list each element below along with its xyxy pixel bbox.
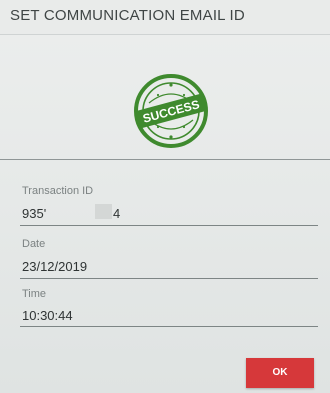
success-dialog: SET COMMUNICATION EMAIL ID SUCCESS Trans… — [0, 0, 330, 393]
transaction-id-value-suffix: 4 — [113, 206, 121, 221]
time-label: Time — [22, 288, 47, 300]
transaction-id-underline — [20, 225, 318, 226]
date-value: 23/12/2019 — [22, 259, 88, 274]
redaction-mask — [95, 204, 112, 219]
stamp-area: SUCCESS — [0, 35, 330, 160]
ok-button[interactable]: OK — [246, 358, 314, 388]
transaction-id-label: Transaction ID — [22, 185, 94, 197]
time-value: 10:30:44 — [22, 308, 73, 323]
dialog-title-bar: SET COMMUNICATION EMAIL ID — [0, 0, 330, 35]
dialog-title: SET COMMUNICATION EMAIL ID — [10, 7, 245, 24]
transaction-id-value: 935' — [22, 206, 47, 221]
success-stamp-icon: SUCCESS — [134, 74, 208, 148]
time-underline — [20, 326, 318, 327]
date-label: Date — [22, 238, 46, 250]
date-underline — [20, 278, 318, 279]
